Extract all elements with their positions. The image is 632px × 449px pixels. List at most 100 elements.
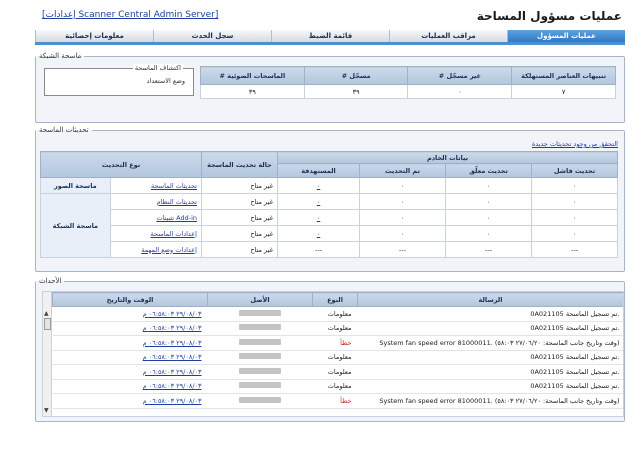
event-source-redacted — [239, 338, 281, 345]
update-status: غير متاح — [201, 193, 278, 210]
header-targeted: المستهدفة — [277, 163, 360, 178]
discovery-legend: اكتشاف الماسحة — [132, 64, 183, 72]
update-type-link[interactable]: تحديثات النظام — [157, 198, 197, 206]
group-network-scanner: ماسحة الشبكة — [40, 193, 111, 258]
event-message: System fan speed error 81000011. (وقت وت… — [357, 335, 623, 351]
header-update-type: نوع التحديث — [40, 151, 202, 178]
targeted-count-link[interactable]: ٠ — [317, 230, 321, 238]
event-datetime-link[interactable]: ٢٩/٠٨/٠٣ ٠٦:٥٨:٠٣ م — [52, 306, 208, 322]
update-type-link[interactable]: تحديثات الماسحة — [151, 182, 197, 190]
tab-statistics[interactable]: معلومات إحصائية — [35, 30, 153, 42]
header-consumable-alerts: تنبيهات العناصر المستهلكة — [511, 66, 616, 85]
event-type: معلومات — [312, 379, 358, 394]
event-source-redacted — [239, 396, 281, 403]
header-registered: # مسجّل — [303, 66, 409, 85]
event-source-redacted — [239, 324, 281, 331]
updated-count: --- — [359, 241, 446, 258]
event-row[interactable]: ٢٩/٠٨/٠٣ ٠٦:٥٨:٠٣ م معلومات 0A021105 تم … — [52, 350, 623, 365]
event-datetime-link[interactable]: ٢٩/٠٨/٠٣ ٠٦:٥٨:٠٣ م — [52, 321, 208, 336]
value-registered: ٣٩ — [303, 84, 409, 99]
header-unregistered: # غير مسجّل — [407, 66, 513, 85]
pending-count: ٠ — [445, 209, 532, 226]
header-datetime: الوقت والتاريخ — [52, 292, 208, 307]
event-message: 0A021105 تم تسجيل الماسحة. — [357, 379, 623, 394]
pending-count: --- — [445, 241, 532, 258]
failed-count: ٠ — [531, 193, 618, 210]
check-updates-link[interactable]: التحقق من وجود تحديثات جديدة — [532, 140, 618, 148]
tab-settings-list[interactable]: قائمة الضبط — [271, 30, 389, 42]
page-title: عمليات مسؤول المساحة — [476, 9, 622, 23]
network-scanner-legend: ماسحة الشبكة — [39, 52, 82, 60]
discovery-status: وضع الاستعداد — [146, 77, 185, 85]
targeted-count-link[interactable]: ٠ — [317, 182, 321, 190]
main-tabs: عمليات المسؤول مراقب العمليات قائمة الضب… — [35, 30, 625, 45]
header-server-data: بيانات الخادم — [277, 151, 618, 164]
header-source: الأصل — [207, 292, 313, 307]
event-message: System fan speed error 81000011. (وقت وت… — [357, 393, 623, 409]
tab-operations-monitor[interactable]: مراقب العمليات — [389, 30, 507, 42]
event-type: معلومات — [312, 321, 358, 336]
event-datetime-link[interactable]: ٢٩/٠٨/٠٣ ٠٦:٥٨:٠٣ م — [52, 335, 208, 351]
tab-event-log[interactable]: سجل الحدث — [153, 30, 271, 42]
targeted-count-link[interactable]: ٠ — [317, 214, 321, 222]
tab-admin-operations[interactable]: عمليات المسؤول — [507, 30, 625, 42]
update-type-link[interactable]: تثبيتات Add-in — [156, 214, 197, 222]
event-row[interactable]: ٢٩/٠٨/٠٣ ٠٦:٥٨:٠٣ م معلومات 0A021105 تم … — [52, 364, 623, 380]
header-message: الرسالة — [357, 292, 623, 307]
event-datetime-link[interactable]: ٢٩/٠٨/٠٣ ٠٦:٥٨:٠٣ م — [52, 379, 208, 394]
scanner-updates-section: تحديثات الماسحة التحقق من وجود تحديثات ج… — [35, 126, 625, 272]
targeted-count: --- — [277, 241, 360, 258]
event-message: 0A021105 تم تسجيل الماسحة. — [357, 364, 623, 380]
events-scrollbar[interactable]: ▲ ▼ — [43, 292, 52, 416]
pending-count: ٠ — [445, 177, 532, 194]
failed-count: ٠ — [531, 225, 618, 242]
group-image-scanner: ماسحة الصور — [40, 177, 111, 194]
event-datetime-link[interactable]: ٢٩/٠٨/٠٣ ٠٦:٥٨:٠٣ م — [52, 350, 208, 365]
update-status: غير متاح — [201, 177, 278, 194]
scroll-down-arrow-icon[interactable]: ▼ — [44, 407, 49, 414]
event-type-error: خطأ — [312, 393, 358, 409]
value-unregistered: ٠ — [407, 84, 513, 99]
header-pending: تحديث معلّق — [445, 163, 532, 178]
targeted-count-link[interactable]: ٠ — [317, 198, 321, 206]
updated-count: ٠ — [359, 209, 446, 226]
event-source-redacted — [239, 367, 281, 374]
events-legend: الأحداث — [39, 277, 62, 285]
failed-count: --- — [531, 241, 618, 258]
event-row[interactable]: ٢٩/٠٨/٠٣ ٠٦:٥٨:٠٣ م معلومات 0A021105 تم … — [52, 379, 623, 394]
event-source-redacted — [239, 353, 281, 360]
update-type-link[interactable]: إعدادات وضع المهمة — [141, 246, 197, 254]
event-datetime-link[interactable]: ٢٩/٠٨/٠٣ ٠٦:٥٨:٠٣ م — [52, 393, 208, 409]
value-virtual-scanners: ٣٩ — [200, 84, 305, 99]
update-status: غير متاح — [201, 241, 278, 258]
updated-count: ٠ — [359, 193, 446, 210]
updated-count: ٠ — [359, 177, 446, 194]
failed-count: ٠ — [531, 177, 618, 194]
updates-table: نوع التحديث حالة تحديث الماسحة بيانات ال… — [40, 151, 618, 258]
top-header: [إعدادات Scanner Central Admin Server] ع… — [0, 0, 632, 30]
event-message: 0A021105 تم تسجيل الماسحة. — [357, 321, 623, 336]
updated-count: ٠ — [359, 225, 446, 242]
event-row[interactable]: ٢٩/٠٨/٠٣ ٠٦:٥٨:٠٣ م معلومات 0A021105 تم … — [52, 321, 623, 336]
event-row[interactable]: ٢٩/٠٨/٠٣ ٠٦:٥٨:٠٣ م خطأ System fan speed… — [52, 393, 623, 409]
event-source-redacted — [239, 382, 281, 389]
scroll-up-arrow-icon[interactable]: ▲ — [44, 310, 49, 317]
events-table: الوقت والتاريخ الأصل النوع الرسالة ٢٩/٠٨… — [52, 292, 623, 409]
event-datetime-link[interactable]: ٢٩/٠٨/٠٣ ٠٦:٥٨:٠٣ م — [52, 364, 208, 380]
event-row[interactable]: ٢٩/٠٨/٠٣ ٠٦:٥٨:٠٣ م معلومات 0A021105 تم … — [52, 306, 623, 322]
scanner-updates-legend: تحديثات الماسحة — [39, 126, 89, 134]
network-scanner-section: ماسحة الشبكة # الماسحات الضوئية # مسجّل … — [35, 52, 625, 123]
event-source-redacted — [239, 309, 281, 316]
update-status: غير متاح — [201, 209, 278, 226]
update-type-link[interactable]: إعدادات الماسحة — [151, 230, 197, 238]
event-message: 0A021105 تم تسجيل الماسحة. — [357, 350, 623, 365]
scanner-discovery-box: اكتشاف الماسحة وضع الاستعداد — [44, 64, 194, 96]
header-updated: تم التحديث — [359, 163, 446, 178]
scroll-thumb[interactable] — [44, 318, 51, 330]
event-row[interactable]: ٢٩/٠٨/٠٣ ٠٦:٥٨:٠٣ م خطأ System fan speed… — [52, 335, 623, 351]
pending-count: ٠ — [445, 193, 532, 210]
server-settings-link[interactable]: [إعدادات Scanner Central Admin Server] — [42, 10, 218, 20]
header-update-status: حالة تحديث الماسحة — [201, 151, 278, 178]
event-type-error: خطأ — [312, 335, 358, 351]
update-status: غير متاح — [201, 225, 278, 242]
